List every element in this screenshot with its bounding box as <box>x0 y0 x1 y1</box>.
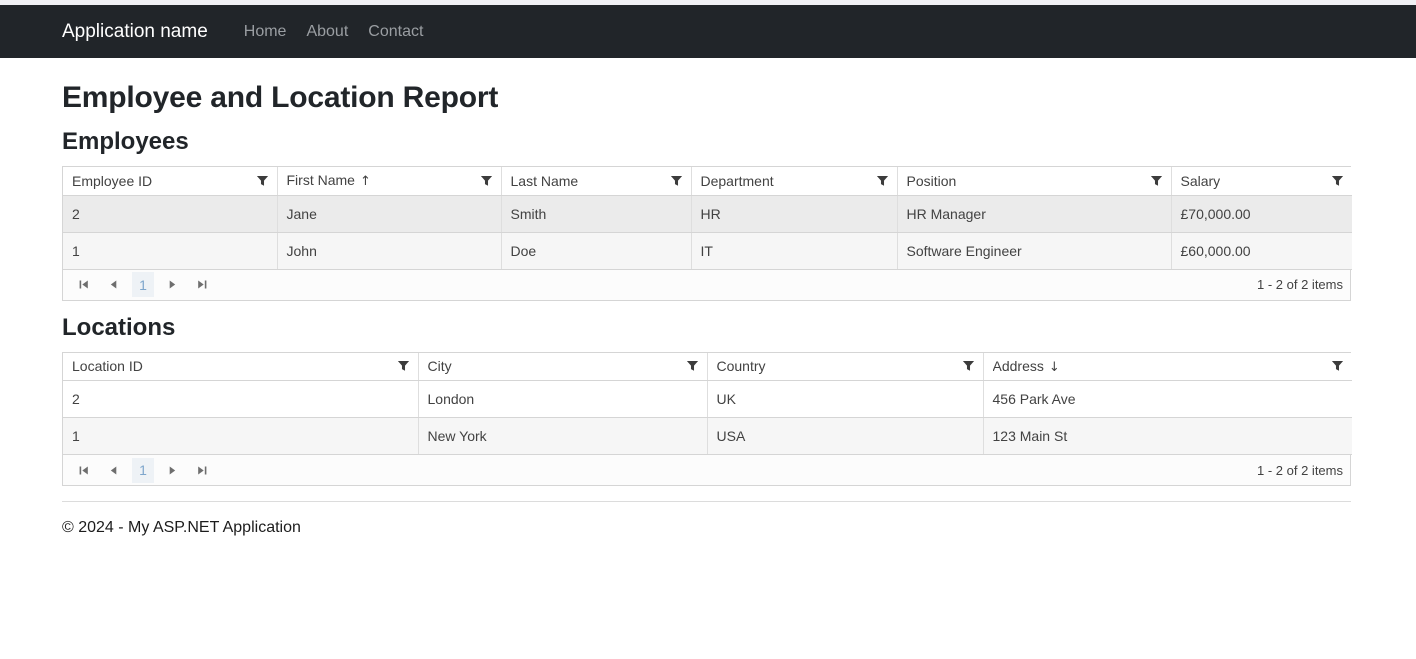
locations-header-address[interactable]: Address↓ <box>983 353 1352 381</box>
sort-asc-icon: ↑ <box>360 174 371 189</box>
last-page-icon <box>196 464 209 477</box>
column-title: Salary <box>1181 173 1221 189</box>
first-page-icon <box>77 464 90 477</box>
grid-cell: 123 Main St <box>983 418 1352 455</box>
filter-funnel-icon[interactable] <box>1148 174 1165 188</box>
grid-cell: Software Engineer <box>897 232 1171 269</box>
grid-cell: Smith <box>501 195 691 232</box>
filter-funnel-icon[interactable] <box>254 174 271 188</box>
filter-funnel-icon[interactable] <box>1329 359 1346 373</box>
locations-pager-page-1[interactable]: 1 <box>132 458 154 483</box>
locations-header-location-id[interactable]: Location ID <box>63 353 418 381</box>
column-title: Last Name <box>511 173 579 189</box>
next-page-icon <box>166 278 179 291</box>
grid-cell: IT <box>691 232 897 269</box>
employees-pager-previous-page-button[interactable] <box>100 273 127 297</box>
grid-cell: London <box>418 381 707 418</box>
last-page-icon <box>196 278 209 291</box>
locations-pager: 1 1 - 2 of 2 items <box>63 455 1350 485</box>
employees-pager-first-page-button[interactable] <box>70 273 97 297</box>
locations-row: 2LondonUK456 Park Ave <box>63 381 1352 418</box>
column-title: Address↓ <box>993 358 1060 375</box>
grid-cell: USA <box>707 418 983 455</box>
page-title: Employee and Location Report <box>62 81 1351 115</box>
employees-heading: Employees <box>62 128 1351 156</box>
grid-cell: HR <box>691 195 897 232</box>
employees-pager-info: 1 - 2 of 2 items <box>1257 277 1343 292</box>
footer-text: © 2024 - My ASP.NET Application <box>62 502 1351 554</box>
grid-cell: 1 <box>63 232 277 269</box>
employees-header-position[interactable]: Position <box>897 167 1171 195</box>
navbar-brand[interactable]: Application name <box>62 21 208 43</box>
locations-header-country[interactable]: Country <box>707 353 983 381</box>
column-title: City <box>428 358 452 374</box>
grid-cell: Jane <box>277 195 501 232</box>
employees-row: 1JohnDoeITSoftware Engineer£60,000.00 <box>63 232 1352 269</box>
nav-link-about[interactable]: About <box>296 15 358 49</box>
column-title: Employee ID <box>72 173 152 189</box>
employees-pager-last-page-button[interactable] <box>189 273 216 297</box>
filter-funnel-icon[interactable] <box>1329 174 1346 188</box>
employees-header-department[interactable]: Department <box>691 167 897 195</box>
grid-cell: UK <box>707 381 983 418</box>
locations-pager-last-page-button[interactable] <box>189 458 216 482</box>
employees-row: 2JaneSmithHRHR Manager£70,000.00 <box>63 195 1352 232</box>
locations-pager-previous-page-button[interactable] <box>100 458 127 482</box>
first-page-icon <box>77 278 90 291</box>
filter-funnel-icon[interactable] <box>684 359 701 373</box>
grid-cell: HR Manager <box>897 195 1171 232</box>
locations-pager-next-page-button[interactable] <box>159 458 186 482</box>
previous-page-icon <box>107 464 120 477</box>
filter-funnel-icon[interactable] <box>874 174 891 188</box>
grid-cell: 456 Park Ave <box>983 381 1352 418</box>
nav-link-home[interactable]: Home <box>234 15 297 49</box>
grid-cell: 2 <box>63 195 277 232</box>
employees-grid: Employee ID First Name↑ Last Name Departmen… <box>62 166 1351 301</box>
previous-page-icon <box>107 278 120 291</box>
next-page-icon <box>166 464 179 477</box>
locations-table: Location ID City Country Address↓ 2LondonUK4… <box>63 353 1352 456</box>
employees-table: Employee ID First Name↑ Last Name Departmen… <box>63 167 1352 270</box>
filter-funnel-icon[interactable] <box>668 174 685 188</box>
employees-header-first-name[interactable]: First Name↑ <box>277 167 501 195</box>
employees-pager-next-page-button[interactable] <box>159 273 186 297</box>
grid-cell: John <box>277 232 501 269</box>
locations-row: 1New YorkUSA123 Main St <box>63 418 1352 455</box>
locations-heading: Locations <box>62 314 1351 342</box>
locations-grid: Location ID City Country Address↓ 2LondonUK4… <box>62 352 1351 487</box>
employees-header-row: Employee ID First Name↑ Last Name Departmen… <box>63 167 1352 195</box>
filter-funnel-icon[interactable] <box>960 359 977 373</box>
column-title: Department <box>701 173 774 189</box>
column-title: Position <box>907 173 957 189</box>
employees-header-last-name[interactable]: Last Name <box>501 167 691 195</box>
main-content: Employee and Location Report Employees E… <box>0 81 1416 554</box>
employees-header-employee-id[interactable]: Employee ID <box>63 167 277 195</box>
grid-cell: 2 <box>63 381 418 418</box>
grid-cell: £60,000.00 <box>1171 232 1352 269</box>
grid-cell: Doe <box>501 232 691 269</box>
locations-header-city[interactable]: City <box>418 353 707 381</box>
locations-header-row: Location ID City Country Address↓ <box>63 353 1352 381</box>
column-title: First Name↑ <box>287 172 371 189</box>
locations-pager-first-page-button[interactable] <box>70 458 97 482</box>
filter-funnel-icon[interactable] <box>478 174 495 188</box>
sort-desc-icon: ↓ <box>1049 360 1060 375</box>
grid-cell: 1 <box>63 418 418 455</box>
column-title: Country <box>717 358 766 374</box>
employees-header-salary[interactable]: Salary <box>1171 167 1352 195</box>
grid-cell: £70,000.00 <box>1171 195 1352 232</box>
column-title: Location ID <box>72 358 143 374</box>
nav-link-contact[interactable]: Contact <box>358 15 433 49</box>
employees-pager: 1 1 - 2 of 2 items <box>63 270 1350 300</box>
filter-funnel-icon[interactable] <box>395 359 412 373</box>
grid-cell: New York <box>418 418 707 455</box>
employees-pager-page-1[interactable]: 1 <box>132 272 154 297</box>
locations-pager-info: 1 - 2 of 2 items <box>1257 463 1343 478</box>
app-navbar: Application name Home About Contact <box>0 5 1416 58</box>
